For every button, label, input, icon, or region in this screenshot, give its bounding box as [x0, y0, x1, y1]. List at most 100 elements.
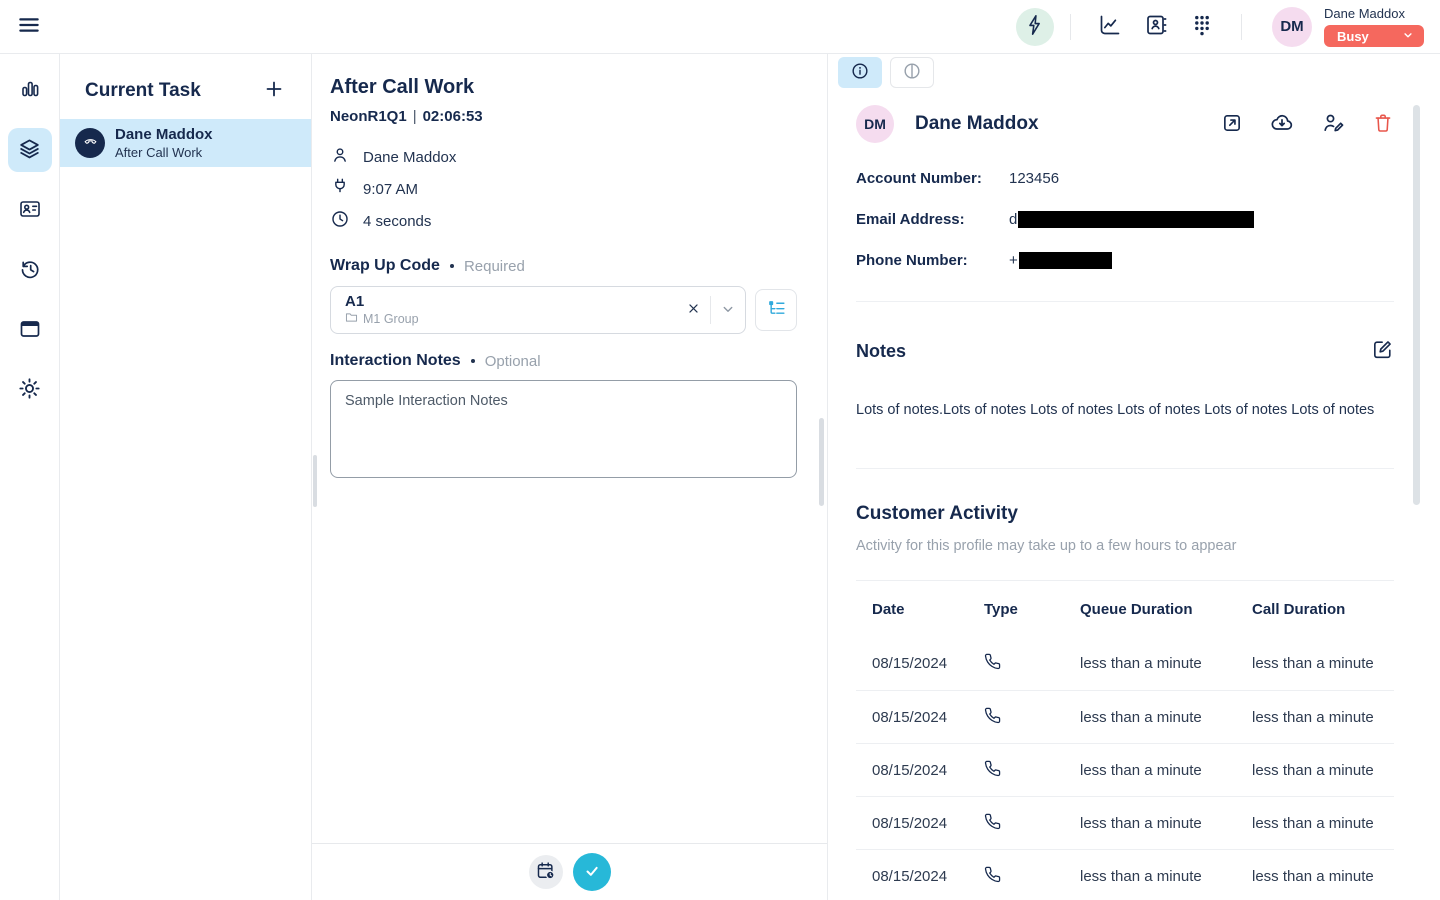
delete-contact-button[interactable]: [1372, 112, 1394, 137]
quick-actions-button[interactable]: [1016, 8, 1054, 46]
notes-header: Notes: [856, 338, 1394, 364]
clear-selection-button[interactable]: [685, 300, 702, 320]
redacted-value-prefix: +: [1009, 252, 1018, 269]
edit-contact-button[interactable]: [1321, 111, 1345, 138]
contact-card-icon: [18, 197, 42, 224]
history-icon: [18, 257, 42, 284]
call-duration: less than a minute: [1252, 709, 1394, 726]
label-dot: [471, 359, 475, 363]
wrap-up-code-value: A1: [345, 293, 685, 310]
redacted-value-prefix: d: [1009, 211, 1017, 228]
chevron-down-icon: [1401, 28, 1415, 45]
chevron-down-icon: [719, 300, 737, 321]
profile-name: Dane Maddox: [915, 113, 1039, 135]
topbar-right-cluster: DM Dane Maddox Busy: [1016, 6, 1424, 47]
customer-activity-title: Customer Activity: [856, 503, 1394, 525]
scrollbar-thumb[interactable]: [1413, 105, 1420, 505]
line-chart-icon: [1098, 13, 1122, 40]
customer-activity-subtitle: Activity for this profile may take up to…: [856, 538, 1394, 554]
schedule-button[interactable]: [529, 855, 563, 889]
sidebar-item-tasks[interactable]: [8, 128, 52, 172]
window-icon: [18, 317, 42, 344]
scrollbar-thumb[interactable]: [819, 418, 824, 506]
status-dropdown[interactable]: Busy: [1324, 25, 1424, 47]
wrap-up-code-selection: A1 M1 Group: [345, 293, 685, 327]
dialpad-button[interactable]: [1190, 13, 1214, 40]
activity-date: 08/15/2024: [872, 709, 984, 726]
sidebar-item-stats[interactable]: [8, 68, 52, 112]
label-dot: [450, 264, 454, 268]
cloud-download-icon: [1270, 111, 1294, 138]
activity-date: 08/15/2024: [872, 655, 984, 672]
browse-code-tree-button[interactable]: [755, 289, 797, 331]
open-profile-button[interactable]: [1221, 112, 1243, 137]
close-icon: [685, 300, 702, 320]
contact-name: Dane Maddox: [363, 149, 456, 166]
gear-icon: [17, 376, 42, 404]
current-task-header: Current Task: [60, 54, 311, 104]
activity-row[interactable]: 08/15/2024 less than a minute less than …: [856, 849, 1394, 900]
sidebar-item-windows[interactable]: [8, 308, 52, 352]
queue-duration: less than a minute: [1080, 762, 1252, 779]
reports-button[interactable]: [1098, 13, 1122, 40]
activity-row[interactable]: 08/15/2024 less than a minute less than …: [856, 743, 1394, 796]
phone-handset-icon: [82, 132, 99, 154]
column-header-call-duration: Call Duration: [1252, 601, 1394, 618]
task-list-item[interactable]: Dane Maddox After Call Work: [60, 119, 311, 167]
hamburger-menu-button[interactable]: [16, 12, 42, 41]
sidebar-item-settings[interactable]: [8, 368, 52, 412]
person-icon: [330, 145, 350, 169]
person-edit-icon: [1321, 111, 1345, 138]
layers-icon: [17, 136, 42, 164]
account-number-row: Account Number: 123456: [856, 169, 1394, 187]
field-label: Email Address:: [856, 211, 1009, 228]
interaction-notes-label: Interaction Notes: [330, 352, 461, 370]
user-info: Dane Maddox Busy: [1324, 6, 1424, 47]
sidebar-item-history[interactable]: [8, 248, 52, 292]
activity-row[interactable]: 08/15/2024 less than a minute less than …: [856, 690, 1394, 743]
call-duration: less than a minute: [1252, 815, 1394, 832]
queue-duration: less than a minute: [1080, 868, 1252, 885]
directory-button[interactable]: [1144, 13, 1168, 40]
profile-tabs: [838, 57, 1440, 88]
sidebar: [0, 54, 60, 900]
scrollbar-thumb[interactable]: [313, 455, 317, 507]
wrap-up-code-group: M1 Group: [363, 312, 419, 326]
activity-row[interactable]: 08/15/2024 less than a minute less than …: [856, 796, 1394, 849]
sidebar-item-contacts[interactable]: [8, 188, 52, 232]
clock-icon: [330, 209, 350, 233]
interaction-notes-input[interactable]: Sample Interaction Notes: [330, 380, 797, 478]
add-task-button[interactable]: [262, 77, 286, 104]
contact-book-icon: [1144, 13, 1168, 40]
trash-icon: [1372, 112, 1394, 137]
task-item-subtitle: After Call Work: [115, 145, 213, 160]
field-label: Account Number:: [856, 170, 1009, 187]
after-call-work-panel: After Call Work NeonR1Q1|02:06:53 Dane M…: [312, 54, 828, 900]
user-name: Dane Maddox: [1324, 6, 1424, 21]
user-avatar[interactable]: DM: [1272, 7, 1312, 47]
after-call-work-footer: [312, 843, 827, 900]
notes-title: Notes: [856, 341, 906, 362]
activity-table: Date Type Queue Duration Call Duration 0…: [856, 580, 1394, 900]
wrap-up-code-select[interactable]: A1 M1 Group: [330, 286, 746, 334]
folder-icon: [345, 311, 358, 327]
hamburger-icon: [16, 12, 42, 41]
duration-value: 4 seconds: [363, 213, 431, 230]
phone-number-row: Phone Number: +: [856, 251, 1394, 269]
section-divider: [856, 468, 1394, 469]
account-number-value: 123456: [1009, 170, 1059, 187]
tab-info[interactable]: [838, 57, 882, 88]
customer-profile-panel: DM Dane Maddox: [828, 54, 1440, 900]
complete-task-button[interactable]: [573, 853, 611, 891]
profile-header: DM Dane Maddox: [856, 105, 1394, 143]
activity-row[interactable]: 08/15/2024 less than a minute less than …: [856, 637, 1394, 690]
activity-date: 08/15/2024: [872, 762, 984, 779]
open-dropdown-button[interactable]: [719, 300, 737, 321]
download-profile-button[interactable]: [1270, 111, 1294, 138]
tab-insights[interactable]: [890, 57, 934, 88]
edit-notes-button[interactable]: [1371, 338, 1394, 364]
column-header-type: Type: [984, 601, 1080, 618]
calendar-clock-icon: [535, 860, 557, 885]
email-address-row: Email Address: d: [856, 210, 1394, 228]
tree-list-icon: [766, 298, 787, 322]
